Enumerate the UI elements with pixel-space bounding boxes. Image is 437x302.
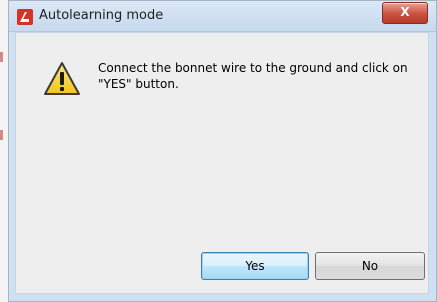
window-title: Autolearning mode (39, 8, 164, 23)
app-logo-icon (17, 9, 33, 25)
desktop-background (0, 0, 8, 302)
dialog-message: Connect the bonnet wire to the ground an… (98, 61, 408, 91)
title-bar[interactable]: Autolearning mode X (9, 1, 436, 32)
dialog-window: Autolearning mode X Connect the bonnet w… (8, 0, 437, 302)
yes-button[interactable]: Yes (201, 252, 309, 280)
desktop-mark (0, 52, 3, 62)
no-button[interactable]: No (315, 252, 425, 280)
desktop-mark (0, 130, 3, 140)
warning-icon (43, 61, 81, 97)
close-icon: X (400, 5, 410, 19)
close-button[interactable]: X (382, 2, 428, 24)
dialog-body: Connect the bonnet wire to the ground an… (15, 32, 429, 294)
